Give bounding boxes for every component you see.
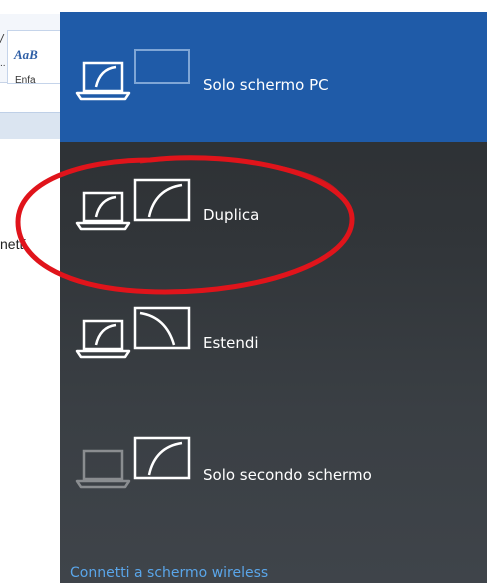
ribbon-dots: .. xyxy=(0,58,6,69)
duplicate-icon xyxy=(75,178,191,231)
option-duplicate[interactable]: Duplica xyxy=(60,142,487,272)
background-document-window: / AaB Enfa .. netti xyxy=(0,0,69,583)
option-label: Solo schermo PC xyxy=(203,76,329,94)
ribbon-footer-bar xyxy=(0,112,60,139)
option-label: Estendi xyxy=(203,334,259,352)
document-text: netti xyxy=(0,236,27,252)
ribbon-styles-area: / AaB Enfa .. xyxy=(0,14,69,86)
style-sample-text: AaB xyxy=(14,47,38,62)
style-name-label: Enfa xyxy=(15,75,36,86)
ribbon-glyph: / xyxy=(0,32,4,46)
option-extend[interactable]: Estendi xyxy=(60,272,487,402)
connect-wireless-display-link[interactable]: Connetti a schermo wireless xyxy=(70,565,268,581)
option-label: Solo secondo schermo xyxy=(203,466,372,484)
project-flyout: Solo schermo PC Duplica Estendi Solo sec… xyxy=(60,12,487,583)
option-label: Duplica xyxy=(203,206,260,224)
second-screen-only-icon xyxy=(75,436,191,489)
pc-screen-only-icon xyxy=(75,49,190,101)
extend-icon xyxy=(75,306,191,359)
option-pc-screen-only[interactable]: Solo schermo PC xyxy=(60,12,487,142)
option-second-screen-only[interactable]: Solo secondo schermo xyxy=(60,402,487,532)
